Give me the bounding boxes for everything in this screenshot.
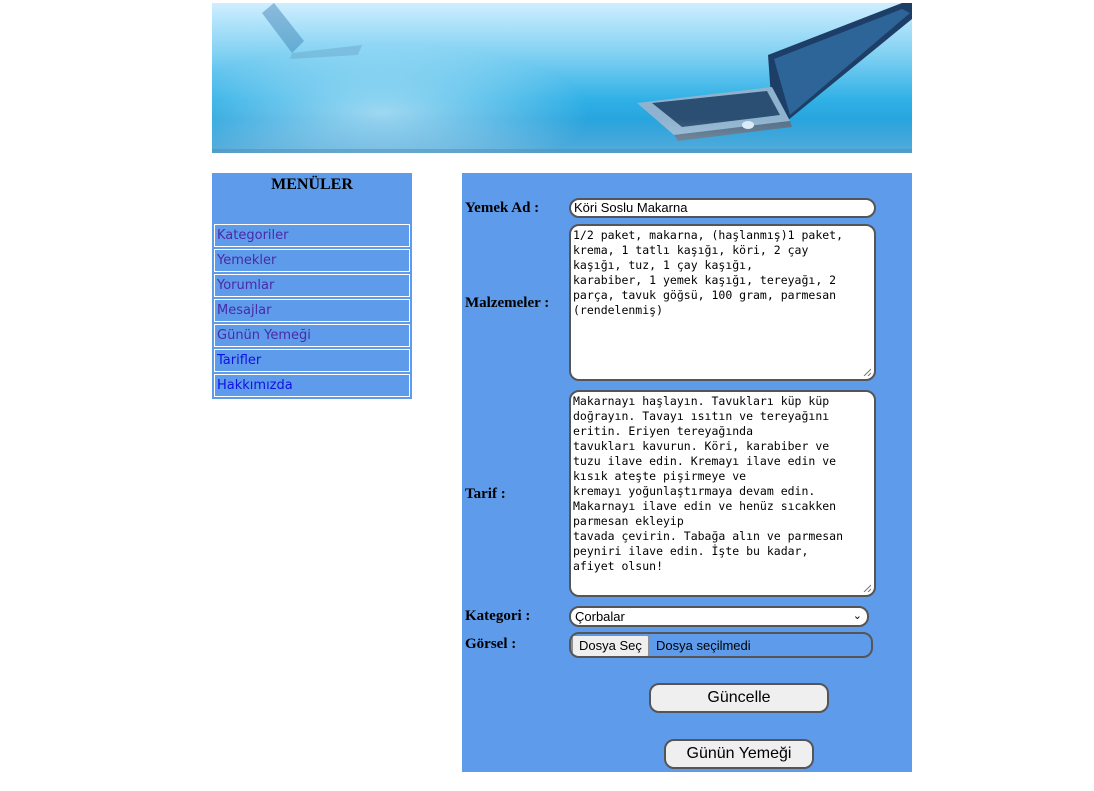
ingredients-textarea[interactable]: 1/2 paket, makarna, (haşlanmış)1 paket, …: [569, 224, 876, 381]
chevron-down-icon[interactable]: ⌄: [853, 608, 862, 625]
ingredients-label: Malzemeler :: [465, 295, 550, 311]
sidebar-item-label[interactable]: Mesajlar: [217, 303, 272, 318]
sidebar-menu: Kategoriler Yemekler Yorumlar Mesajlar G…: [214, 224, 410, 399]
sidebar-item-mesajlar[interactable]: Mesajlar: [214, 299, 410, 322]
update-button[interactable]: Güncelle: [649, 683, 829, 713]
category-selected[interactable]: Çorbalar: [575, 609, 625, 624]
image-file-input[interactable]: Dosya Seç Dosya seçilmedi: [569, 632, 873, 658]
sidebar-item-label[interactable]: Yorumlar: [217, 278, 274, 293]
category-label: Kategori :: [465, 608, 531, 624]
sidebar-item-yorumlar[interactable]: Yorumlar: [214, 274, 410, 297]
sidebar-item-label[interactable]: Günün Yemeği: [217, 328, 311, 343]
choose-file-button[interactable]: Dosya Seç: [572, 635, 649, 656]
header-banner: [212, 3, 912, 153]
sidebar-item-gunun-yemegi[interactable]: Günün Yemeği: [214, 324, 410, 347]
category-select[interactable]: Çorbalar ⌄: [569, 606, 869, 627]
sidebar-item-label[interactable]: Tarifler: [217, 353, 261, 368]
recipe-text[interactable]: Makarnayı haşlayın. Tavukları küp küp do…: [573, 394, 843, 573]
sidebar-item-hakkimizda[interactable]: Hakkımızda: [214, 374, 410, 397]
recipe-textarea[interactable]: Makarnayı haşlayın. Tavukları küp küp do…: [569, 390, 876, 597]
daily-dish-button[interactable]: Günün Yemeği: [664, 739, 814, 769]
sidebar-item-label[interactable]: Kategoriler: [217, 228, 288, 243]
resize-grip-icon[interactable]: [863, 584, 871, 592]
ingredients-text[interactable]: 1/2 paket, makarna, (haşlanmış)1 paket, …: [573, 228, 843, 317]
sidebar-item-label[interactable]: Yemekler: [217, 253, 276, 268]
name-input[interactable]: Köri Soslu Makarna: [569, 198, 876, 218]
recipe-edit-form: Yemek Ad : Köri Soslu Makarna Malzemeler…: [462, 173, 912, 772]
sidebar-item-yemekler[interactable]: Yemekler: [214, 249, 410, 272]
recipe-label: Tarif :: [465, 486, 506, 502]
resize-grip-icon[interactable]: [863, 368, 871, 376]
file-status-text: Dosya seçilmedi: [656, 638, 751, 653]
image-label: Görsel :: [465, 636, 517, 652]
sidebar-title: MENÜLER: [271, 176, 353, 193]
sidebar-item-tarifler[interactable]: Tarifler: [214, 349, 410, 372]
sidebar-item-kategoriler[interactable]: Kategoriler: [214, 224, 410, 247]
sidebar: MENÜLER Kategoriler Yemekler Yorumlar Me…: [212, 173, 412, 399]
sidebar-item-label[interactable]: Hakkımızda: [217, 378, 293, 393]
name-label: Yemek Ad :: [465, 200, 540, 216]
